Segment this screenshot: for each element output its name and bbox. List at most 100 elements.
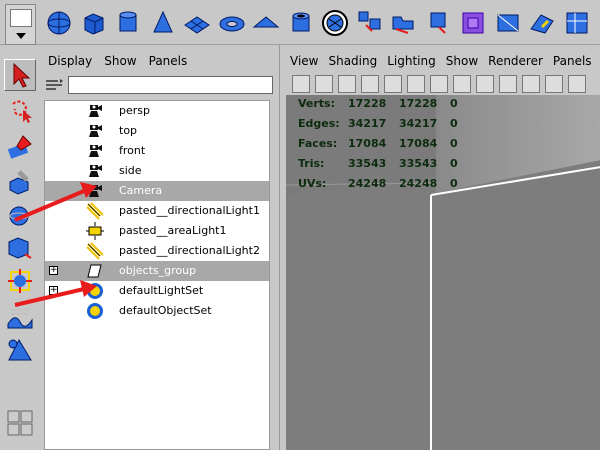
extrude-icon[interactable] bbox=[355, 8, 385, 38]
outliner-item-label: front bbox=[119, 144, 146, 157]
outliner-item[interactable]: pasted__directionalLight2 bbox=[45, 241, 269, 261]
image-plane-icon[interactable] bbox=[361, 75, 379, 93]
camera-icon bbox=[85, 121, 105, 141]
subdiv-icon[interactable] bbox=[493, 8, 523, 38]
outliner-item[interactable]: front bbox=[45, 141, 269, 161]
wireframe-icon[interactable] bbox=[522, 75, 540, 93]
outliner-item-label: Camera bbox=[119, 184, 163, 197]
wedge-icon[interactable] bbox=[424, 8, 454, 38]
outliner-item[interactable]: + objects_group bbox=[45, 261, 269, 281]
outliner-item[interactable]: persp bbox=[45, 101, 269, 121]
outliner-search-input[interactable] bbox=[68, 76, 273, 94]
grid-icon[interactable] bbox=[384, 75, 402, 93]
plane-icon[interactable] bbox=[182, 8, 212, 38]
outliner-item[interactable]: + defaultLightSet bbox=[45, 281, 269, 301]
outliner-item-label: pasted__areaLight1 bbox=[119, 224, 227, 237]
viewport-menu-renderer[interactable]: Renderer bbox=[488, 54, 543, 68]
smooth-icon[interactable] bbox=[527, 8, 557, 38]
cylinder-icon[interactable] bbox=[113, 8, 143, 38]
paint-select-icon[interactable] bbox=[4, 131, 36, 163]
lattice-icon[interactable] bbox=[458, 8, 488, 38]
viewport-menu-lighting[interactable]: Lighting bbox=[387, 54, 436, 68]
outliner-item-label: side bbox=[119, 164, 142, 177]
shelf-tab-dropdown[interactable] bbox=[5, 4, 36, 45]
scale-tool-icon[interactable] bbox=[4, 231, 36, 263]
outliner-item[interactable]: Camera bbox=[45, 181, 269, 201]
shelf-tab-field bbox=[10, 9, 32, 27]
prism-icon[interactable] bbox=[251, 8, 281, 38]
viewport-menu-panels[interactable]: Panels bbox=[553, 54, 592, 68]
hud-value: 0 bbox=[450, 177, 458, 190]
manipulator-icon[interactable] bbox=[4, 265, 36, 297]
outliner-menubar: Display Show Panels bbox=[40, 51, 275, 71]
select-tool-icon[interactable] bbox=[4, 59, 36, 91]
outliner-item-label: top bbox=[119, 124, 138, 137]
sphere-icon[interactable] bbox=[44, 8, 74, 38]
outliner-item[interactable]: defaultObjectSet bbox=[45, 301, 269, 321]
outliner-item[interactable]: top bbox=[45, 121, 269, 141]
resolution-gate-icon[interactable] bbox=[430, 75, 448, 93]
viewport-panel: View Shading Lighting Show Renderer Pane… bbox=[279, 45, 600, 450]
camera-icon bbox=[85, 141, 105, 161]
camera-select-icon[interactable] bbox=[292, 75, 310, 93]
lasso-tool-icon[interactable] bbox=[4, 95, 36, 127]
cone-icon[interactable] bbox=[148, 8, 178, 38]
last-tool-icon[interactable] bbox=[4, 335, 36, 367]
directional-light-icon bbox=[85, 201, 105, 221]
hud-value: 34217 bbox=[348, 117, 387, 130]
hud-label: Verts: bbox=[298, 97, 336, 110]
outliner-item[interactable]: pasted__areaLight1 bbox=[45, 221, 269, 241]
pipe-icon[interactable] bbox=[286, 8, 316, 38]
viewport-menu-view[interactable]: View bbox=[290, 54, 318, 68]
outliner-list: persp top front side Camera pasted__direction… bbox=[44, 100, 270, 450]
outliner-item-label: defaultLightSet bbox=[119, 284, 204, 297]
hud-label: Edges: bbox=[298, 117, 340, 130]
chevron-down-icon bbox=[16, 33, 26, 39]
outliner-item[interactable]: pasted__directionalLight1 bbox=[45, 201, 269, 221]
outliner-menu-panels[interactable]: Panels bbox=[149, 54, 188, 68]
expand-plus-icon[interactable]: + bbox=[49, 266, 58, 275]
viewport-menubar: View Shading Lighting Show Renderer Pane… bbox=[280, 51, 600, 71]
hud-value: 17228 bbox=[348, 97, 387, 110]
torus-icon[interactable] bbox=[217, 8, 247, 38]
layout-icon[interactable] bbox=[4, 407, 36, 439]
viewport-menu-shading[interactable]: Shading bbox=[328, 54, 377, 68]
hud-value: 24248 bbox=[399, 177, 438, 190]
safe-title-icon[interactable] bbox=[499, 75, 517, 93]
textured-icon[interactable] bbox=[568, 75, 586, 93]
hud-value: 17228 bbox=[399, 97, 438, 110]
hud-value: 34217 bbox=[399, 117, 438, 130]
hud-value: 0 bbox=[450, 157, 458, 170]
outliner-item[interactable]: side bbox=[45, 161, 269, 181]
outliner-item-label: pasted__directionalLight1 bbox=[119, 204, 260, 217]
hud-value: 24248 bbox=[348, 177, 387, 190]
field-chart-icon[interactable] bbox=[453, 75, 471, 93]
shelf bbox=[0, 0, 600, 45]
viewport-canvas[interactable]: Verts: 17228 17228 0 Edges: 34217 34217 0 Faces:… bbox=[286, 95, 600, 450]
viewport-toolbar bbox=[280, 73, 600, 95]
hud-value: 0 bbox=[450, 97, 458, 110]
safe-action-icon[interactable] bbox=[476, 75, 494, 93]
smooth-shade-icon[interactable] bbox=[545, 75, 563, 93]
viewport-menu-show[interactable]: Show bbox=[446, 54, 478, 68]
outliner-menu-show[interactable]: Show bbox=[104, 54, 136, 68]
rotate-tool-icon[interactable] bbox=[4, 201, 36, 233]
bridge-icon[interactable] bbox=[389, 8, 419, 38]
group-icon bbox=[85, 261, 105, 281]
search-options-icon[interactable] bbox=[42, 75, 66, 95]
cube-icon[interactable] bbox=[79, 8, 109, 38]
hud-value: 17084 bbox=[399, 137, 438, 150]
outliner-menu-display[interactable]: Display bbox=[48, 54, 92, 68]
bookmark-icon[interactable] bbox=[338, 75, 356, 93]
film-gate-icon[interactable] bbox=[407, 75, 425, 93]
soccer-ball-icon[interactable] bbox=[320, 8, 350, 38]
outliner-item-label: pasted__directionalLight2 bbox=[119, 244, 260, 257]
area-light-icon bbox=[85, 221, 105, 241]
move-tool-icon[interactable] bbox=[4, 167, 36, 199]
directional-light-icon bbox=[85, 241, 105, 261]
toolbox bbox=[0, 45, 40, 450]
soft-mod-icon[interactable] bbox=[4, 301, 36, 333]
bevel-icon[interactable] bbox=[562, 8, 592, 38]
camera-attr-icon[interactable] bbox=[315, 75, 333, 93]
expand-plus-icon[interactable]: + bbox=[49, 286, 58, 295]
